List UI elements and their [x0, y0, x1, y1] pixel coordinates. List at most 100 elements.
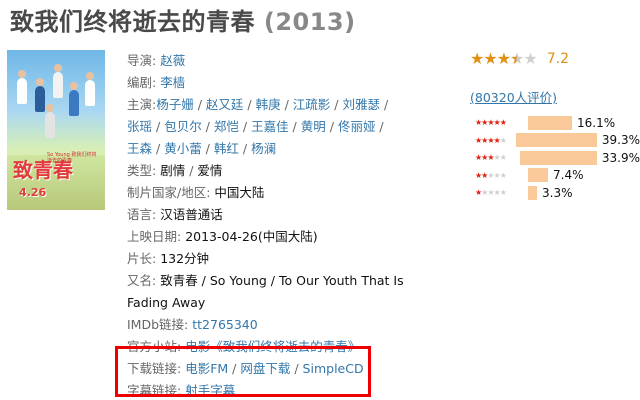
cast-link[interactable]: 韩红	[214, 141, 239, 156]
star-icon: ★	[496, 49, 511, 68]
rating-bar	[528, 115, 572, 130]
cast-separator: /	[193, 97, 206, 112]
poster-figure-head	[54, 64, 62, 72]
movie-title: 致我们终将逝去的青春	[10, 8, 255, 36]
runtime-value: 132分钟	[160, 251, 210, 266]
empty-star-icon: ★	[499, 188, 507, 198]
poster-figure-head	[36, 78, 44, 86]
poster-figure	[17, 78, 27, 104]
rating-level-stars-icon: ★★★★★	[475, 118, 523, 127]
rating-distribution-row: ★★★★★ 3.3%	[475, 184, 640, 202]
poster-date: 4.26	[19, 186, 47, 199]
rating-percent: 16.1%	[577, 115, 616, 130]
language-label: 语言:	[127, 207, 157, 222]
runtime-row: 片长: 132分钟	[127, 248, 397, 270]
cast-separator: /	[152, 119, 165, 134]
rating-percent: 3.3%	[542, 185, 573, 200]
poster-figure-head	[86, 72, 94, 80]
rating-level-stars-icon: ★★★★★	[475, 171, 523, 180]
rating-bar	[528, 168, 548, 183]
cast-link[interactable]: 郑恺	[214, 119, 239, 134]
votes-count: (80320人评价)	[470, 87, 557, 106]
poster-figure-head	[70, 82, 78, 90]
poster-tagline: So Young 致我们终将逝去的青春	[47, 152, 97, 164]
release-value: 2013-04-26(中国大陆)	[185, 229, 318, 244]
cast-separator: /	[375, 119, 384, 134]
rating-level-stars-icon: ★★★★★	[475, 136, 511, 145]
cast-separator: /	[238, 141, 252, 156]
writer-link[interactable]: 李樯	[160, 75, 185, 90]
empty-star-icon: ★	[499, 153, 507, 163]
aka-value-continued: Fading Away	[127, 295, 206, 310]
cast-link[interactable]: 黄小蕾	[164, 141, 202, 156]
director-label: 导演:	[127, 53, 157, 68]
runtime-label: 片长:	[127, 251, 157, 266]
poster-figure	[35, 86, 45, 112]
poster-figure	[53, 72, 63, 98]
poster-figure-head	[46, 104, 54, 112]
poster-figure	[85, 80, 95, 106]
cast-separator: /	[280, 97, 293, 112]
cast-link[interactable]: 杨澜	[251, 141, 276, 156]
cast-separator: /	[243, 97, 256, 112]
rating-bar	[515, 133, 597, 148]
aka-value: 致青春 / So Young / To Our Youth That Is	[160, 273, 404, 288]
writer-label: 编剧:	[127, 75, 157, 90]
cast-list: 杨子姗 / 赵又廷 / 韩庚 / 江疏影 / 刘雅瑟 / 张瑶 / 包贝尔 / …	[127, 97, 388, 156]
cast-link[interactable]: 韩庚	[256, 97, 281, 112]
genre-value: 剧情	[160, 163, 186, 178]
cast-separator: /	[330, 97, 343, 112]
cast-row: 主演:杨子姗 / 赵又廷 / 韩庚 / 江疏影 / 刘雅瑟 / 张瑶 / 包贝尔…	[127, 94, 397, 160]
cast-link[interactable]: 赵又廷	[206, 97, 244, 112]
rating-bar	[528, 185, 537, 200]
half-star-icon: ★	[510, 49, 524, 68]
aka-label: 又名:	[127, 273, 157, 288]
poster-figure-head	[18, 70, 26, 78]
empty-star-icon: ★	[499, 135, 507, 145]
imdb-link[interactable]: tt2765340	[192, 317, 257, 332]
cast-link[interactable]: 包贝尔	[164, 119, 202, 134]
director-link[interactable]: 赵薇	[160, 53, 185, 68]
empty-star-icon: ★	[499, 170, 507, 180]
rating-level-stars-icon: ★★★★★	[475, 188, 523, 197]
poster-figure	[69, 90, 79, 116]
cast-separator: /	[238, 119, 252, 134]
rating-summary: ★ ★ ★ ★ ★ 7.2	[470, 50, 635, 68]
movie-year: (2013)	[263, 8, 356, 36]
rating-distribution-row: ★★★★★ 33.9%	[475, 149, 640, 167]
release-label: 上映日期:	[127, 229, 182, 244]
highlight-box	[115, 346, 371, 397]
cast-link[interactable]: 黄明	[301, 119, 326, 134]
empty-star-icon: ★	[523, 49, 537, 68]
genre-value: 爱情	[197, 163, 223, 178]
imdb-row: IMDb链接: tt2765340	[127, 314, 397, 336]
country-label: 制片国家/地区:	[127, 185, 211, 200]
cast-link[interactable]: 佟丽娅	[338, 119, 376, 134]
star-icon: ★	[499, 118, 507, 128]
cast-link[interactable]: 杨子姗	[156, 97, 194, 112]
language-row: 语言: 汉语普通话	[127, 204, 397, 226]
release-row: 上映日期: 2013-04-26(中国大陆)	[127, 226, 397, 248]
cast-link[interactable]: 张瑶	[127, 119, 152, 134]
star-icon: ★	[483, 49, 497, 68]
rating-bar	[519, 150, 597, 165]
cast-separator: /	[201, 119, 214, 134]
genre-label: 类型:	[127, 163, 157, 178]
rating-stars: ★ ★ ★ ★ ★ 7.2	[470, 50, 635, 68]
rating-percent: 33.9%	[601, 150, 640, 165]
aka-row: 又名: 致青春 / So Young / To Our Youth That I…	[127, 270, 404, 292]
rating-percent: 7.4%	[553, 168, 584, 183]
cast-link[interactable]: 王嘉佳	[251, 119, 289, 134]
cast-link[interactable]: 王森	[127, 141, 152, 156]
poster-figure	[45, 112, 55, 138]
votes-link[interactable]: (80320人评价)	[470, 90, 557, 105]
rating-distribution-row: ★★★★★ 39.3%	[475, 132, 640, 150]
cast-link[interactable]: 江疏影	[293, 97, 331, 112]
cast-link[interactable]: 刘雅瑟	[342, 97, 380, 112]
rating-percent: 39.3%	[601, 133, 640, 148]
page-title: 致我们终将逝去的青春 (2013)	[10, 2, 356, 37]
aka-row-continued: Fading Away	[127, 292, 397, 314]
country-value: 中国大陆	[214, 185, 265, 200]
rating-distribution-row: ★★★★★ 16.1%	[475, 114, 640, 132]
movie-poster[interactable]: 致青春 So Young 致我们终将逝去的青春 4.26	[7, 50, 105, 210]
